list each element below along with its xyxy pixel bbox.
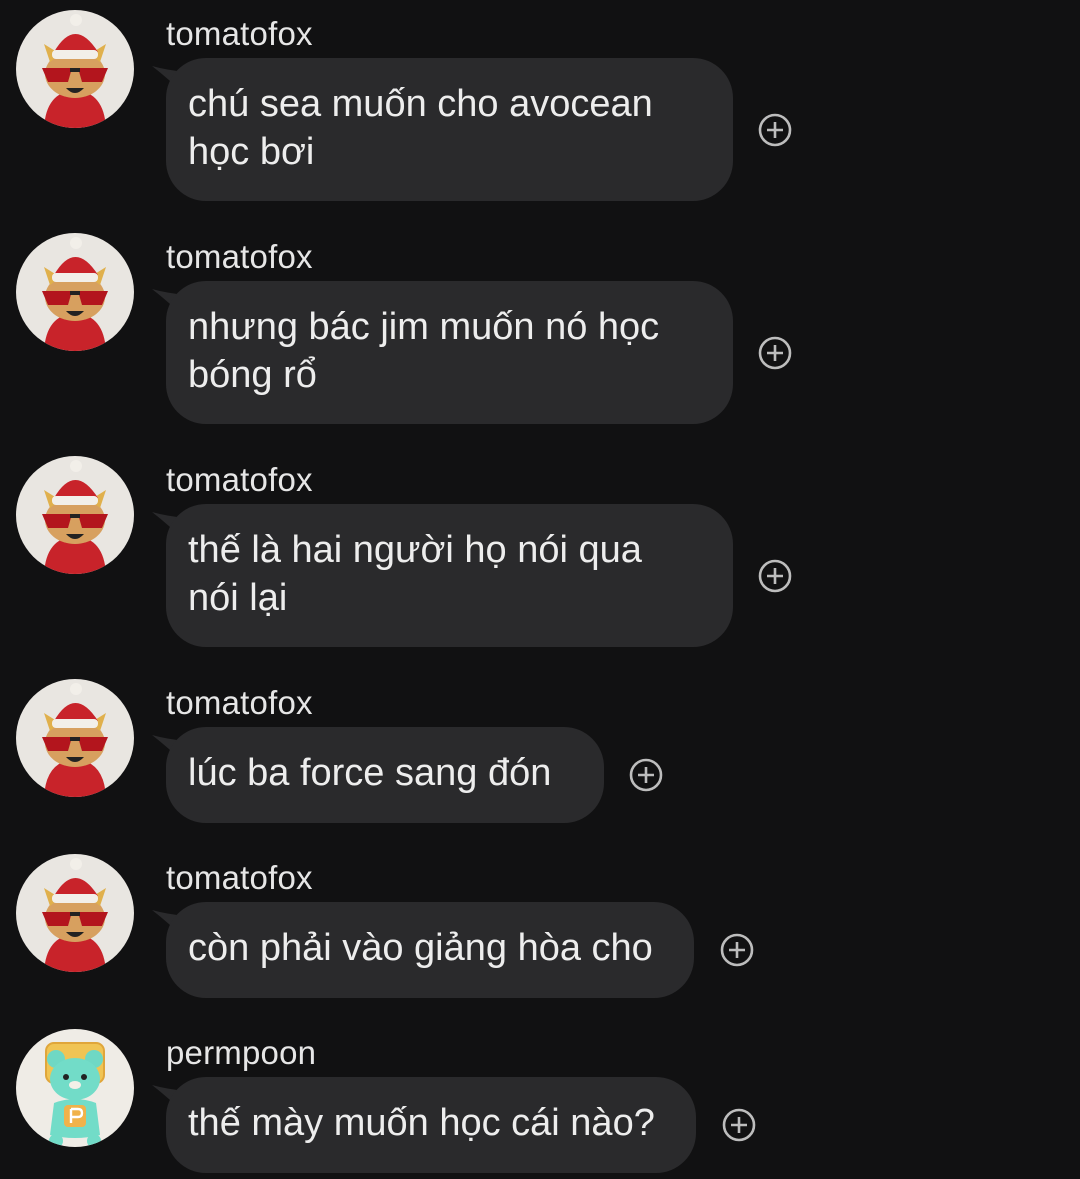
add-reaction-icon <box>722 1108 756 1142</box>
message-text-line: lúc ba force sang đón <box>188 752 552 794</box>
message-text-line: nói lại <box>188 577 288 619</box>
add-reaction-button[interactable] <box>720 933 754 967</box>
add-reaction-button[interactable] <box>758 559 792 593</box>
message-bubble[interactable]: thế mày muốn học cái nào? <box>166 1077 696 1173</box>
message-bubble[interactable]: còn phải vào giảng hòa cho <box>166 902 694 998</box>
message-text-line: học bơi <box>188 131 315 173</box>
message-text-line: còn phải vào giảng hòa cho <box>188 927 653 969</box>
message-bubble[interactable]: nhưng bác jim muốn nó học bóng rổ <box>166 281 733 424</box>
message-text-line: thế mày muốn học cái nào? <box>188 1102 655 1144</box>
sender-name[interactable]: tomatofox <box>166 237 313 277</box>
avatar[interactable] <box>16 456 134 574</box>
message-bubble[interactable]: chú sea muốn cho avocean học bơi <box>166 58 733 201</box>
add-reaction-button[interactable] <box>629 758 663 792</box>
message-text-line: nhưng bác jim muốn nó học <box>188 306 660 348</box>
avatar[interactable] <box>16 10 134 128</box>
red-fox-plush-avatar <box>16 10 134 128</box>
add-reaction-icon <box>720 933 754 967</box>
sender-name[interactable]: tomatofox <box>166 14 313 54</box>
mint-bear-plush-avatar <box>16 1029 134 1147</box>
avatar[interactable] <box>16 1029 134 1147</box>
sender-name[interactable]: tomatofox <box>166 460 313 500</box>
message-text-line: bóng rổ <box>188 354 317 396</box>
avatar[interactable] <box>16 679 134 797</box>
message-bubble[interactable]: lúc ba force sang đón <box>166 727 604 823</box>
message-bubble[interactable]: thế là hai người họ nói qua nói lại <box>166 504 733 647</box>
message-text-line: thế là hai người họ nói qua <box>188 529 642 571</box>
sender-name[interactable]: tomatofox <box>166 683 313 723</box>
sender-name[interactable]: tomatofox <box>166 858 313 898</box>
add-reaction-icon <box>758 559 792 593</box>
sender-name[interactable]: permpoon <box>166 1033 316 1073</box>
red-fox-plush-avatar <box>16 854 134 972</box>
add-reaction-icon <box>758 113 792 147</box>
chat-message-list[interactable]: tomatofox chú sea muốn cho avocean học b… <box>0 0 1080 1179</box>
red-fox-plush-avatar <box>16 679 134 797</box>
add-reaction-button[interactable] <box>758 113 792 147</box>
add-reaction-icon <box>629 758 663 792</box>
add-reaction-icon <box>758 336 792 370</box>
add-reaction-button[interactable] <box>722 1108 756 1142</box>
add-reaction-button[interactable] <box>758 336 792 370</box>
avatar[interactable] <box>16 854 134 972</box>
red-fox-plush-avatar <box>16 456 134 574</box>
red-fox-plush-avatar <box>16 233 134 351</box>
avatar[interactable] <box>16 233 134 351</box>
message-text-line: chú sea muốn cho avocean <box>188 83 653 125</box>
